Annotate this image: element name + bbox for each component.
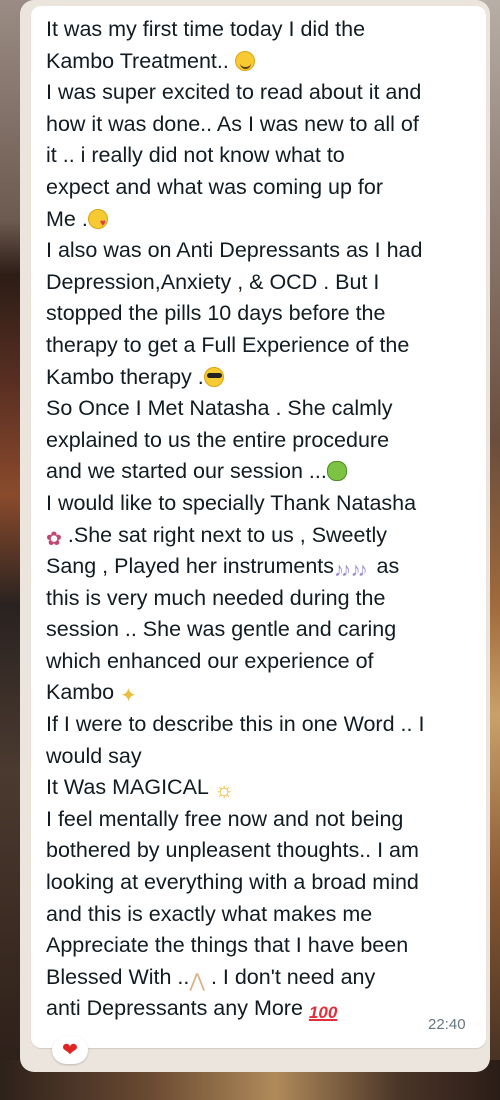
grinning-face-icon xyxy=(234,50,255,71)
frog-icon xyxy=(326,461,347,482)
message-line: I was super excited to read about it and xyxy=(46,80,422,105)
message-line: Kambo therapy . xyxy=(46,362,476,394)
message-line: anti Depressants any More 100 xyxy=(46,996,338,1023)
sunglasses-face-icon xyxy=(203,366,224,387)
folded-hands-icon: ⋀ xyxy=(189,970,205,992)
message-line: Kambo ✦ xyxy=(46,680,137,708)
flower-bouquet-icon: ✿ xyxy=(46,528,62,550)
message-line: it .. i really did not know what to xyxy=(46,143,345,168)
message-line: looking at everything with a broad mind xyxy=(46,870,419,895)
message-line: I would like to specially Thank Natasha xyxy=(46,490,417,515)
message-line: Sang , Played her instruments♪♪ ♪♪ as xyxy=(46,554,400,582)
message-line: It was my first time today I did the xyxy=(46,17,366,41)
message-line: expect and what was coming up for xyxy=(46,174,384,199)
message-line: Blessed With ..⋀ . I don't need any xyxy=(46,964,376,992)
message-line: therapy to get a Full Experience of the xyxy=(46,332,410,357)
smiling-face-with-hearts-icon xyxy=(87,208,108,239)
message-line: session .. She was gentle and caring xyxy=(46,617,397,642)
message-line: ✿ .She sat right next to us , Sweetly xyxy=(46,522,387,550)
heart-reaction-icon[interactable]: ❤ xyxy=(52,1036,88,1064)
message-line: If I were to describe this in one Word .… xyxy=(46,712,425,737)
message-line: I feel mentally free now and not being xyxy=(46,806,404,831)
sun-icon: ☼ xyxy=(214,777,235,803)
message-timestamp: 22:40 xyxy=(428,1016,466,1033)
hundred-points-icon: 100 xyxy=(308,1003,338,1023)
message-text: It was my first time today I did the Kam… xyxy=(46,14,476,1025)
message-line: which enhanced our experience of xyxy=(46,648,374,673)
message-line: Kambo Treatment.. xyxy=(46,46,476,78)
message-line: So Once I Met Natasha . She calmly xyxy=(46,396,393,421)
message-line: would say xyxy=(46,743,142,768)
message-line: explained to us the entire procedure xyxy=(46,427,390,452)
message-line: Appreciate the things that I have been xyxy=(46,933,409,958)
message-line: I also was on Anti Depressants as I had xyxy=(46,238,423,263)
message-line: It Was MAGICAL ☼ xyxy=(46,775,235,803)
music-notes-icon: ♪♪ ♪♪ xyxy=(334,559,368,582)
message-line: this is very much needed during the xyxy=(46,585,386,610)
message-line: and we started our session ... xyxy=(46,456,476,488)
message-line: stopped the pills 10 days before the xyxy=(46,301,386,326)
message-line: how it was done.. As I was new to all of xyxy=(46,111,419,136)
message-line: and this is exactly what makes me xyxy=(46,901,373,926)
message-line: bothered by unpleasent thoughts.. I am xyxy=(46,838,419,863)
message-line: Depression,Anxiety , & OCD . But I xyxy=(46,269,380,294)
sparkles-icon: ✦ xyxy=(120,685,137,708)
message-line: Me . xyxy=(46,204,476,239)
